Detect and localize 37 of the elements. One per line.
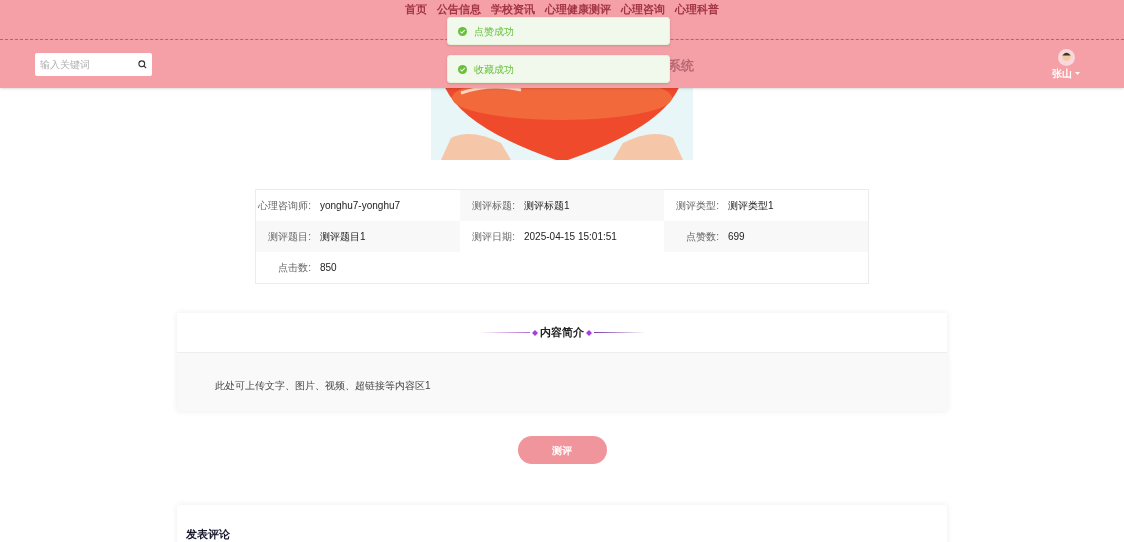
toast: 点赞成功: [447, 17, 670, 45]
field-value: yonghu7-yonghu7: [320, 199, 401, 213]
section-title: 内容简介: [540, 325, 584, 341]
nav-link[interactable]: 心理咨询: [621, 1, 665, 18]
field-label: 点赞数:: [685, 230, 720, 244]
nav-link[interactable]: 心理健康测评: [545, 1, 611, 18]
field-value: 测评题目1: [320, 230, 366, 244]
check-circle-icon: [458, 26, 467, 36]
field-value: 699: [728, 230, 745, 244]
user-name[interactable]: 张山: [1052, 66, 1072, 81]
nav-link[interactable]: 公告信息: [437, 1, 481, 18]
site-title: 系统: [668, 57, 694, 75]
field-label: 测评日期:: [471, 230, 516, 244]
evaluate-button[interactable]: 测评: [517, 436, 607, 464]
search-input[interactable]: 输入关键词: [40, 56, 138, 72]
nav-link[interactable]: 首页: [405, 1, 427, 18]
field-label: 测评标题:: [471, 199, 516, 213]
nav-link[interactable]: 心理科普: [675, 1, 719, 18]
caret-icon: [1075, 72, 1080, 75]
diamond-icon: [532, 329, 538, 336]
avatar-icon[interactable]: [1057, 49, 1075, 66]
check-circle-icon: [458, 64, 467, 74]
nav-link[interactable]: 学校资讯: [491, 1, 535, 18]
search-icon: [138, 59, 147, 69]
field-label: 测评类型:: [675, 199, 720, 213]
toast: 收藏成功: [447, 55, 670, 83]
field-label: 测评题目:: [267, 230, 312, 244]
diamond-icon: [586, 329, 592, 336]
section-title: 发表评论: [186, 528, 230, 540]
field-value: 850: [320, 261, 337, 275]
field-label: 心理咨询师:: [257, 199, 312, 213]
field-label: 点击数:: [277, 261, 312, 275]
field-value: 测评类型1: [728, 199, 774, 213]
field-value: 2025-04-15 15:01:51: [524, 230, 617, 244]
search-field[interactable]: 输入关键词: [35, 52, 152, 76]
content-text: 此处可上传文字、图片、视频、超链接等内容区1: [215, 380, 431, 391]
field-value: 测评标题1: [524, 199, 570, 213]
